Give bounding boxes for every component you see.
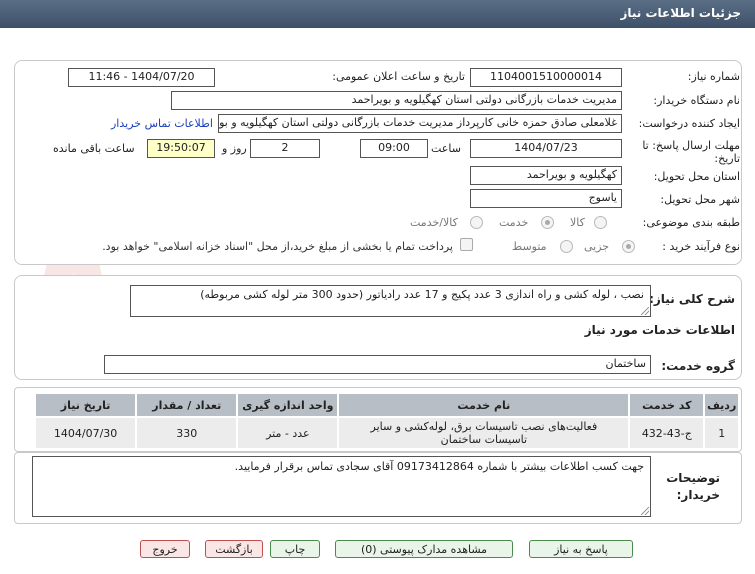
category-option-service: خدمت [499,216,529,229]
resize-grip-icon[interactable] [641,307,649,315]
city-label: شهر محل تحویل: [660,193,740,206]
category-radio-goods[interactable] [594,216,607,229]
province-label: استان محل تحویل: [653,170,740,183]
cell-code: ج-43-432 [628,416,706,450]
col-header-row: ردیف [703,392,740,418]
exit-button[interactable]: خروج [140,540,190,558]
announce-date-label: تاریخ و ساعت اعلان عمومی: [332,70,465,83]
deadline-time-label: ساعت [431,142,461,155]
col-header-name: نام خدمت [337,392,631,418]
buyer-contact-link[interactable]: اطلاعات تماس خریدار [111,117,213,130]
summary-label: شرح کلی نیاز: [649,292,735,306]
col-header-date: تاریخ نیاز [33,392,138,418]
announce-date-field: 1404/07/20 - 11:46 [68,68,215,87]
process-option-minor: جزیی [584,240,610,253]
creator-label: ایجاد کننده درخواست: [638,117,740,130]
category-option-goods: کالا [570,216,585,229]
cell-date: 1404/07/30 [33,416,138,450]
cell-row: 1 [703,416,740,450]
service-group-field: ساختمان [104,355,651,374]
service-group-label: گروه خدمت: [661,359,735,373]
category-label: طبقه بندی موضوعی: [642,216,740,229]
notes-text: جهت کسب اطلاعات بیشتر با شماره 091734128… [234,460,644,473]
city-field: یاسوج [470,189,622,208]
category-radio-service[interactable] [541,216,554,229]
view-attachments-button[interactable]: مشاهده مدارک پیوستی (0) [335,540,513,558]
need-number-label: شماره نیاز: [687,70,740,83]
col-header-qty: تعداد / مقدار [135,392,239,418]
province-field: کهگیلویه و بویراحمد [470,166,622,185]
process-radio-minor[interactable] [622,240,635,253]
deadline-date-field: 1404/07/23 [470,139,622,158]
creator-field: غلامعلی صادق حمزه خانی کارپرداز مدیریت خ… [218,114,622,133]
notes-label-line2: خریدار: [676,488,720,502]
buyer-org-field: مدیریت خدمات بازرگانی دولتی استان کهگیلو… [171,91,622,110]
category-radio-goods-service[interactable] [470,216,483,229]
buyer-org-label: نام دستگاه خریدار: [653,94,740,107]
col-header-unit: واحد اندازه گیری [236,392,340,418]
cell-qty: 330 [135,416,239,450]
page-title: جزئیات اطلاعات نیاز [0,0,755,28]
cell-name: فعالیت‌های نصب تاسیسات برق، لوله‌کشی و س… [337,416,631,450]
deadline-label: مهلت ارسال پاسخ: تا تاریخ: [642,139,740,165]
cell-unit: عدد - متر [236,416,340,450]
cell-name-line2: تاسیسات ساختمان [440,433,528,446]
summary-text: نصب ، لوله کشی و راه اندازی 3 عدد پکیج و… [200,288,644,301]
cell-name-line1: فعالیت‌های نصب تاسیسات برق، لوله‌کشی و س… [370,420,598,433]
notes-textarea[interactable]: جهت کسب اطلاعات بیشتر با شماره 091734128… [32,456,651,517]
remaining-time-field: 19:50:07 [147,139,215,158]
process-option-medium: متوسط [512,240,547,253]
days-remaining-field: 2 [250,139,320,158]
deadline-time-field: 09:00 [360,139,428,158]
treasury-payment-note: پرداخت تمام یا بخشی از مبلغ خرید،از محل … [102,240,453,253]
summary-textarea[interactable]: نصب ، لوله کشی و راه اندازی 3 عدد پکیج و… [130,285,651,317]
process-radio-medium[interactable] [560,240,573,253]
remaining-time-label: ساعت باقی مانده [53,142,135,155]
print-button[interactable]: چاپ [270,540,320,558]
process-type-label: نوع فرآیند خرید : [662,240,740,253]
col-header-code: کد خدمت [628,392,706,418]
days-label: روز و [222,142,247,155]
back-button[interactable]: بازگشت [205,540,263,558]
services-section-title: اطلاعات خدمات مورد نیاز [584,323,735,337]
service-table: ردیف کد خدمت نام خدمت واحد اندازه گیری ت… [33,392,740,450]
notes-label-line1: توضیحات [666,471,720,485]
resize-grip-icon[interactable] [641,507,649,515]
treasury-payment-checkbox[interactable] [460,238,473,251]
need-number-field: 1104001510000014 [470,68,622,87]
reply-button[interactable]: پاسخ به نیاز [529,540,633,558]
table-row: 1 ج-43-432 فعالیت‌های نصب تاسیسات برق، ل… [33,416,740,450]
category-option-goods-service: کالا/خدمت [410,216,458,229]
